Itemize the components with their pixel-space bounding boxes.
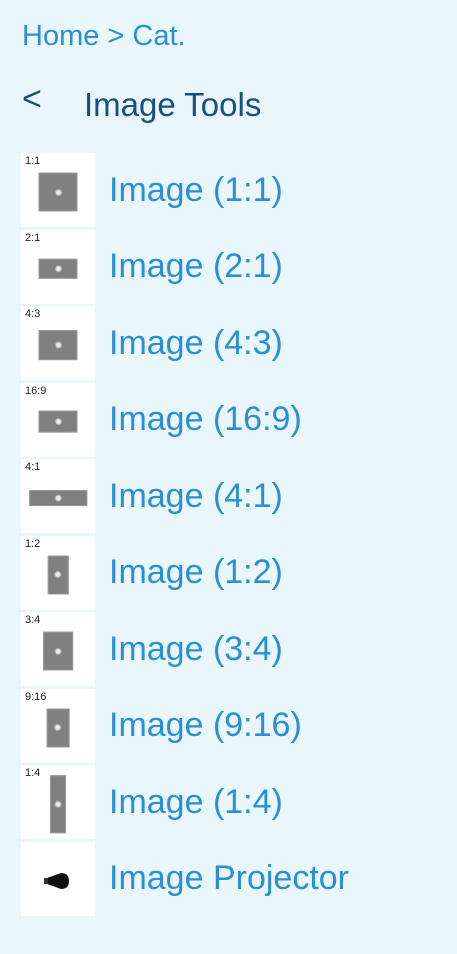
item-label: Image (4:3) [109,323,283,362]
ratio-label: 4:3 [25,308,41,320]
list-item-image-4-1[interactable]: 4:1 Image (4:1) [21,459,349,533]
list-item-image-1-4[interactable]: 1:4 Image (1:4) [21,765,349,839]
page-title: Image Tools [84,86,262,123]
ratio-label: 2:1 [25,231,41,244]
item-label: Image (1:4) [109,782,283,821]
image-placeholder-icon [46,708,70,747]
breadcrumb: Home > Cat. [22,20,186,53]
image-placeholder-icon [38,172,78,212]
thumbnail: 16:9 [21,382,95,457]
item-label: Image (16:9) [109,400,302,438]
item-label: Image (1:2) [109,553,283,591]
breadcrumb-separator: > [107,20,125,52]
image-placeholder-icon [38,258,78,279]
breadcrumb-current[interactable]: Cat. [132,20,185,52]
thumbnail: 4:3 [21,306,95,380]
image-placeholder-icon [50,775,66,833]
thumbnail: 2:1 [21,229,95,304]
image-placeholder-icon [29,490,87,506]
item-label: Image (3:4) [109,629,283,668]
breadcrumb-home-link[interactable]: Home [22,20,99,52]
list-item-image-3-4[interactable]: 3:4 Image (3:4) [21,612,349,686]
image-placeholder-icon [43,631,73,671]
image-placeholder-icon [38,410,78,433]
ratio-label: 1:2 [25,537,41,550]
ratio-label: 4:1 [25,461,41,473]
item-label: Image (4:1) [109,476,283,515]
thumbnail: 1:4 [21,765,95,839]
list-item-image-16-9[interactable]: 16:9 Image (16:9) [21,382,349,457]
list-item-image-1-2[interactable]: 1:2 Image (1:2) [21,535,349,610]
ratio-label: 9:16 [25,690,47,703]
thumbnail: 3:4 [21,612,95,686]
ratio-label: 16:9 [25,384,47,397]
ratio-label: 3:4 [25,614,41,626]
image-placeholder-icon [38,330,78,360]
back-button[interactable]: < [22,80,42,119]
thumbnail: 4:1 [21,459,95,533]
item-label: Image (2:1) [109,247,283,285]
image-tools-list: 1:1 Image (1:1) 2:1 Image (2:1) 4:3 Image (4:… [21,153,349,918]
list-item-image-2-1[interactable]: 2:1 Image (2:1) [21,229,349,304]
list-item-image-projector[interactable]: Image Projector [21,841,349,916]
thumbnail: 1:2 [21,535,95,610]
thumbnail: 1:1 [21,153,95,227]
item-label: Image Projector [109,859,349,897]
list-item-image-1-1[interactable]: 1:1 Image (1:1) [21,153,349,227]
image-placeholder-icon [47,555,69,594]
thumbnail: 9:16 [21,688,95,763]
thumbnail [21,841,95,916]
item-label: Image (1:1) [109,170,283,209]
item-label: Image (9:16) [109,706,302,744]
ratio-label: 1:1 [25,155,41,167]
ratio-label: 1:4 [25,767,41,779]
list-item-image-4-3[interactable]: 4:3 Image (4:3) [21,306,349,380]
list-item-image-9-16[interactable]: 9:16 Image (9:16) [21,688,349,763]
projector-icon [44,872,69,889]
